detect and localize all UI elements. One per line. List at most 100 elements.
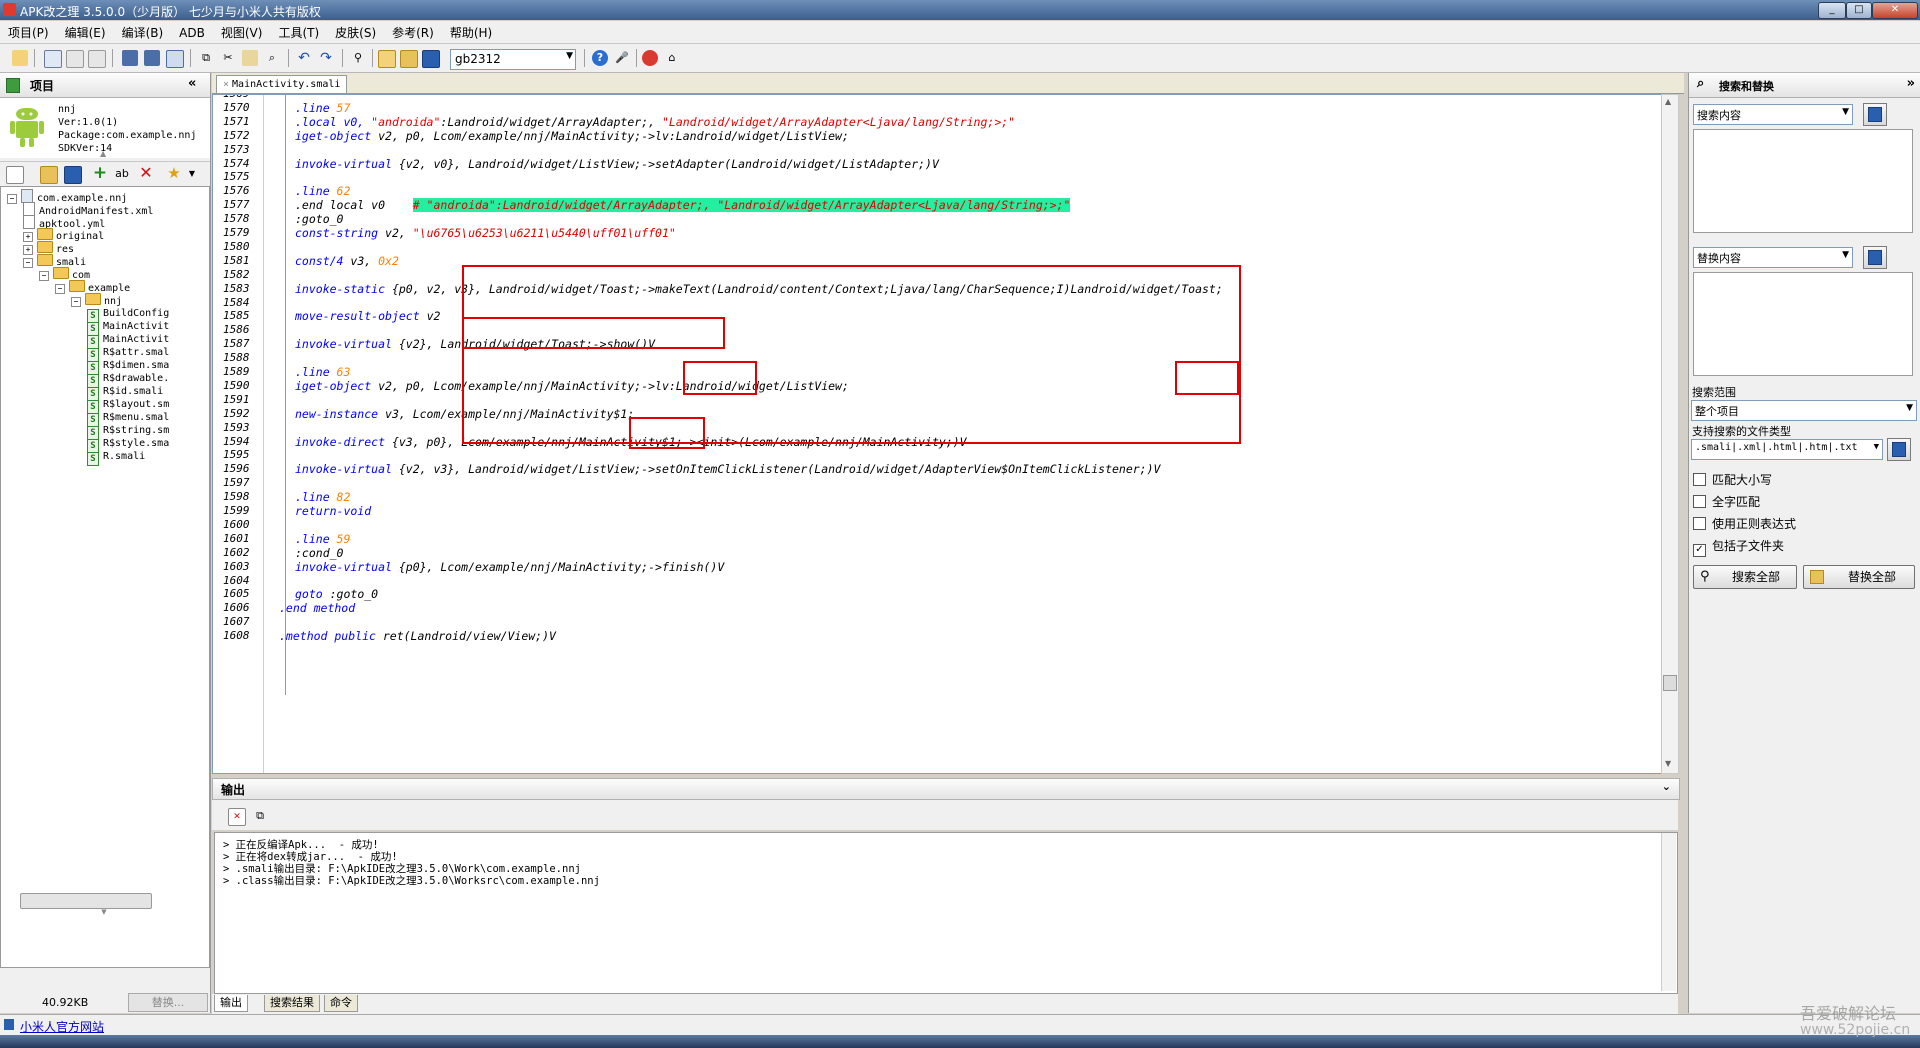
scroll-up-icon[interactable]: ▲ <box>1665 97 1671 106</box>
delete-icon[interactable]: ✕ <box>138 165 154 181</box>
encoding-select[interactable]: gb2312 ▼ <box>450 49 576 70</box>
open-icon[interactable] <box>12 50 28 66</box>
search-input[interactable] <box>1693 129 1913 233</box>
checkbox-icon[interactable] <box>1693 495 1706 508</box>
menu-item[interactable]: 编辑(E) <box>57 21 114 41</box>
code-token: iget-object <box>295 378 379 393</box>
option-checkbox[interactable]: 使用正则表达式 <box>1693 515 1796 532</box>
clear-output-icon[interactable]: ✕ <box>228 808 246 826</box>
home-icon[interactable]: ⌂ <box>664 50 680 66</box>
option-checkbox[interactable]: 全字匹配 <box>1693 493 1760 510</box>
save-as-icon[interactable] <box>166 50 184 68</box>
tree-expander-icon[interactable]: − <box>71 297 81 307</box>
help-icon[interactable]: ? <box>592 50 608 66</box>
replace-all-button[interactable]: 替换全部 <box>1803 565 1915 589</box>
paste-icon[interactable] <box>242 50 258 66</box>
maximize-button[interactable]: □ <box>1846 2 1872 19</box>
code-line: .end method <box>279 601 355 615</box>
menu-item[interactable]: 编译(B) <box>114 21 172 41</box>
menu-item[interactable]: 参考(R) <box>384 21 442 41</box>
official-site-link[interactable]: 小米人官方网站 <box>20 1018 104 1035</box>
cut-icon[interactable]: ✂ <box>220 50 236 66</box>
replace-options-button[interactable] <box>1863 246 1887 269</box>
search-all-button[interactable]: ⚲ 搜索全部 <box>1693 565 1797 589</box>
scroll-down-icon[interactable]: ▼ <box>1665 759 1671 768</box>
tree-item[interactable]: S R.smali <box>87 449 145 466</box>
rename-icon[interactable]: ab <box>114 166 130 182</box>
explorer-icon[interactable] <box>64 166 82 184</box>
copy-icon[interactable]: ⧉ <box>198 50 214 66</box>
project-root-icon <box>21 189 33 203</box>
undo-icon[interactable]: ↶ <box>296 50 312 66</box>
code-editor[interactable]: 1569157015711572157315741575157615771578… <box>212 94 1662 774</box>
code-token: 82 <box>336 490 351 505</box>
add-icon[interactable]: + <box>92 165 108 182</box>
collapse-output-icon[interactable]: ⌄ <box>1662 780 1671 793</box>
code-token: "\u6765\u6253\u6211\u5440\uff01\uff01" <box>412 226 676 240</box>
line-number: 1590 <box>223 378 250 392</box>
code-line: .line 82 <box>295 490 350 504</box>
new-project-icon[interactable] <box>44 50 62 68</box>
code-token: {v2, v0}, Landroid/widget/ListView;->set… <box>398 156 939 171</box>
find-icon[interactable]: ⌕ <box>264 50 280 66</box>
code-vscrollbar[interactable]: ▲ ▼ <box>1661 94 1679 774</box>
favorites-icon[interactable]: ★ <box>166 165 182 181</box>
menu-item[interactable]: 帮助(H) <box>442 21 500 41</box>
menu-item[interactable]: 项目(P) <box>0 21 57 41</box>
close-project-icon[interactable] <box>66 50 84 68</box>
scroll-thumb[interactable] <box>1663 675 1677 691</box>
favorites-dropdown-icon[interactable]: ▼ <box>184 166 200 182</box>
tab-close-icon[interactable]: × <box>223 79 229 90</box>
weibo-icon[interactable] <box>642 50 658 66</box>
close-button[interactable]: ✕ <box>1872 2 1918 19</box>
save-all-icon[interactable] <box>144 50 160 66</box>
refresh-project-icon[interactable] <box>88 50 106 68</box>
tree-expander-icon[interactable]: − <box>23 258 33 268</box>
tab-search-results[interactable]: 搜索结果 <box>264 995 320 1012</box>
menu-item[interactable]: 视图(V) <box>213 21 271 41</box>
binoculars-icon[interactable]: ⚲ <box>350 50 366 66</box>
search-content-combo[interactable]: 搜索内容 ▼ <box>1693 104 1853 125</box>
tab-output[interactable]: 输出 <box>214 995 248 1012</box>
line-number: 1589 <box>223 365 250 378</box>
save-icon[interactable] <box>122 50 138 66</box>
replace-input[interactable] <box>1693 272 1913 376</box>
tree-expander-icon[interactable]: − <box>7 194 17 204</box>
checkbox-icon[interactable] <box>1693 517 1706 530</box>
build-icon[interactable] <box>378 50 396 68</box>
open-folder-icon[interactable] <box>40 166 58 184</box>
tree-expander-icon[interactable]: − <box>39 271 49 281</box>
tree-expander-icon[interactable]: − <box>55 284 65 294</box>
option-checkbox[interactable]: ✓ 包括子文件夹 <box>1693 537 1784 557</box>
menu-item[interactable]: 工具(T) <box>270 21 327 41</box>
properties-icon[interactable] <box>6 166 24 184</box>
filetype-options-button[interactable] <box>1887 438 1911 461</box>
expand-panel-icon[interactable]: » <box>1907 76 1915 91</box>
collapse-panel-icon[interactable]: « <box>188 76 196 91</box>
tab-command[interactable]: 命令 <box>324 995 358 1012</box>
option-checkbox[interactable]: 匹配大小写 <box>1693 471 1772 488</box>
search-scope-select[interactable]: 整个项目 ▼ <box>1691 400 1917 421</box>
tab-mainactivity-smali[interactable]: × MainActivity.smali <box>216 75 348 93</box>
checkbox-icon[interactable] <box>1693 473 1706 486</box>
output-log[interactable]: > 正在反编译Apk... - 成功! > 正在将dex转成jar... - 成… <box>214 832 1678 994</box>
minimize-button[interactable]: _ <box>1818 2 1846 19</box>
sign-icon[interactable] <box>400 50 418 68</box>
install-icon[interactable] <box>422 50 440 68</box>
menu-item[interactable]: ADB <box>171 23 213 40</box>
option-label: 包括子文件夹 <box>1712 539 1785 553</box>
splitter-down-icon[interactable]: ▼ <box>0 909 208 916</box>
tree-hscrollbar[interactable] <box>20 893 152 909</box>
redo-icon[interactable]: ↷ <box>318 50 334 66</box>
tree-item-label: MainActivit <box>103 321 170 332</box>
chevron-up-icon[interactable]: ▲ <box>100 149 106 158</box>
copy-output-icon[interactable]: ⧉ <box>252 808 268 824</box>
replace-button[interactable]: 替换... <box>128 993 208 1012</box>
menu-item[interactable]: 皮肤(S) <box>327 21 384 41</box>
replace-content-combo[interactable]: 替换内容 ▼ <box>1693 247 1853 268</box>
search-options-button[interactable] <box>1863 103 1887 126</box>
output-vscrollbar[interactable] <box>1661 833 1676 991</box>
checkbox-checked-icon[interactable]: ✓ <box>1693 544 1706 557</box>
filetype-select[interactable]: .smali|.xml|.html|.htm|.txt ▼ <box>1691 439 1883 460</box>
microphone-icon[interactable]: 🎤 <box>614 50 630 66</box>
